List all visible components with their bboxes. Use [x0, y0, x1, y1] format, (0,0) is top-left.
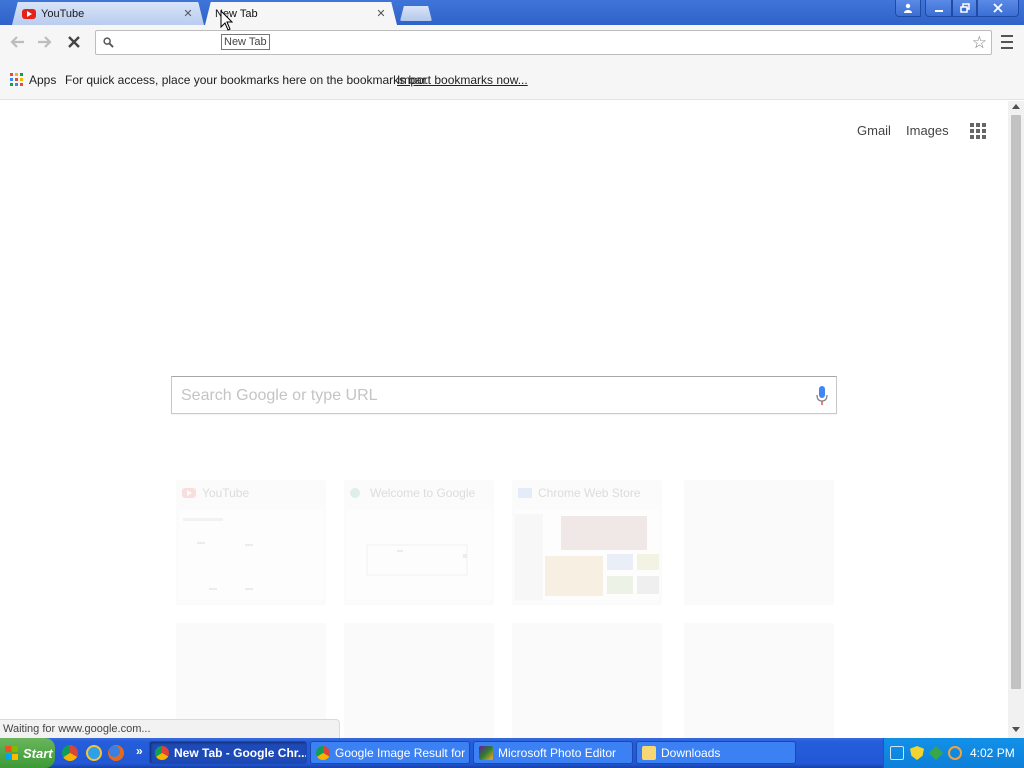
search-tray-icon[interactable] — [948, 746, 962, 760]
user-profile-button[interactable] — [895, 0, 921, 17]
security-shield-icon[interactable] — [910, 746, 924, 760]
vertical-scrollbar[interactable] — [1008, 101, 1024, 738]
tile-thumbnail — [347, 510, 491, 600]
task-label: Google Image Result for ... — [335, 745, 470, 760]
google-search-box[interactable] — [171, 376, 837, 414]
bookmarks-hint-text: For quick access, place your bookmarks h… — [65, 73, 429, 87]
chrome-icon — [155, 745, 169, 760]
bookmark-star-icon[interactable]: ☆ — [972, 33, 987, 53]
youtube-icon — [22, 8, 36, 19]
bookmarks-bar: Apps For quick access, place your bookma… — [0, 60, 1024, 100]
start-button[interactable]: Start — [0, 738, 55, 768]
browser-toolbar: ☆ — [0, 25, 1024, 60]
task-label: Microsoft Photo Editor — [498, 745, 617, 760]
tile-title: Chrome Web Store — [538, 486, 641, 500]
start-label: Start — [23, 745, 53, 761]
chrome-icon[interactable] — [62, 745, 78, 761]
tab-close-icon[interactable]: ✕ — [375, 7, 387, 20]
taskbar-item-chrome[interactable]: New Tab - Google Chr... — [149, 741, 307, 764]
search-icon — [103, 37, 114, 48]
windows-flag-icon — [5, 746, 19, 760]
stop-loading-button[interactable] — [63, 31, 85, 53]
most-visited-tile[interactable]: Chrome Web Store — [512, 480, 662, 605]
gmail-link[interactable]: Gmail — [857, 123, 891, 138]
new-tab-page: Gmail Images YouTube We — [0, 101, 1008, 738]
tab-title: YouTube — [41, 7, 85, 20]
scroll-up-arrow-icon[interactable] — [1012, 104, 1020, 109]
google-search-input[interactable] — [181, 387, 781, 405]
keyboard-icon[interactable] — [890, 746, 904, 760]
system-tray: 4:02 PM — [883, 738, 1024, 768]
most-visited-tile[interactable]: Welcome to Google — [344, 480, 494, 605]
scroll-down-arrow-icon[interactable] — [1012, 727, 1020, 732]
chrome-menu-button[interactable] — [998, 35, 1016, 49]
quick-launch-more-icon[interactable]: » — [136, 744, 143, 758]
windows-taskbar: Start » New Tab - Google Chr... Google I… — [0, 738, 1024, 768]
minimize-icon — [934, 10, 943, 12]
arrow-left-icon — [10, 36, 24, 48]
taskbar-item-downloads[interactable]: Downloads — [636, 741, 796, 764]
arrow-right-icon — [38, 36, 52, 48]
apps-shortcut[interactable]: Apps — [29, 73, 56, 87]
firefox-icon[interactable] — [108, 745, 124, 761]
clock: 4:02 PM — [970, 746, 1015, 760]
minimize-button[interactable] — [925, 0, 952, 17]
menu-bar — [1001, 41, 1013, 43]
taskbar-item-photo-editor[interactable]: Microsoft Photo Editor — [473, 741, 633, 764]
tab-title: New Tab — [215, 7, 258, 20]
tab-strip: YouTube ✕ New Tab ✕ — [0, 0, 1024, 25]
chrome-icon — [316, 745, 330, 760]
youtube-icon — [182, 488, 196, 498]
tile-title: YouTube — [202, 486, 250, 500]
tab-close-icon[interactable]: ✕ — [182, 7, 194, 20]
most-visited-tile-empty — [344, 623, 494, 738]
folder-icon — [642, 745, 656, 760]
mouse-cursor-icon — [220, 10, 234, 31]
close-icon — [993, 3, 1003, 13]
photo-editor-icon — [479, 745, 493, 760]
tab-youtube[interactable]: YouTube ✕ — [12, 2, 204, 25]
tab-tooltip: New Tab — [221, 34, 270, 50]
google-apps-icon[interactable] — [970, 123, 986, 139]
restore-icon — [959, 3, 970, 13]
menu-bar — [1001, 35, 1013, 37]
import-bookmarks-link[interactable]: Import bookmarks now... — [397, 73, 528, 87]
most-visited-tile-empty — [512, 623, 662, 738]
task-label: New Tab - Google Chr... — [174, 745, 307, 760]
back-button[interactable] — [6, 31, 28, 53]
tile-thumbnail — [179, 510, 323, 600]
user-icon — [904, 3, 912, 13]
menu-bar — [1001, 47, 1013, 49]
forward-button[interactable] — [34, 31, 56, 53]
tile-thumbnail — [515, 510, 659, 600]
status-bubble: Waiting for www.google.com... — [0, 719, 340, 738]
taskbar-item-google-image[interactable]: Google Image Result for ... — [310, 741, 470, 764]
most-visited-tile-empty — [684, 623, 834, 738]
new-tab-button[interactable] — [400, 6, 432, 21]
scroll-thumb[interactable] — [1011, 115, 1021, 689]
most-visited-tile-empty — [684, 480, 834, 605]
chrome-icon — [350, 488, 360, 498]
chrome-web-store-icon — [518, 488, 532, 498]
close-window-button[interactable] — [977, 0, 1019, 17]
internet-explorer-icon[interactable] — [86, 745, 102, 761]
restore-button[interactable] — [952, 0, 977, 17]
screen: YouTube ✕ New Tab ✕ ☆ Apps For quick acc… — [0, 0, 1024, 768]
tile-title: Welcome to Google — [370, 486, 476, 500]
microphone-icon[interactable] — [816, 385, 828, 407]
most-visited-tile[interactable]: YouTube — [176, 480, 326, 605]
apps-grid-icon[interactable] — [10, 73, 23, 86]
images-link[interactable]: Images — [906, 123, 949, 138]
network-icon[interactable] — [929, 746, 943, 760]
stop-x-icon — [68, 36, 80, 48]
task-label: Downloads — [661, 745, 721, 760]
